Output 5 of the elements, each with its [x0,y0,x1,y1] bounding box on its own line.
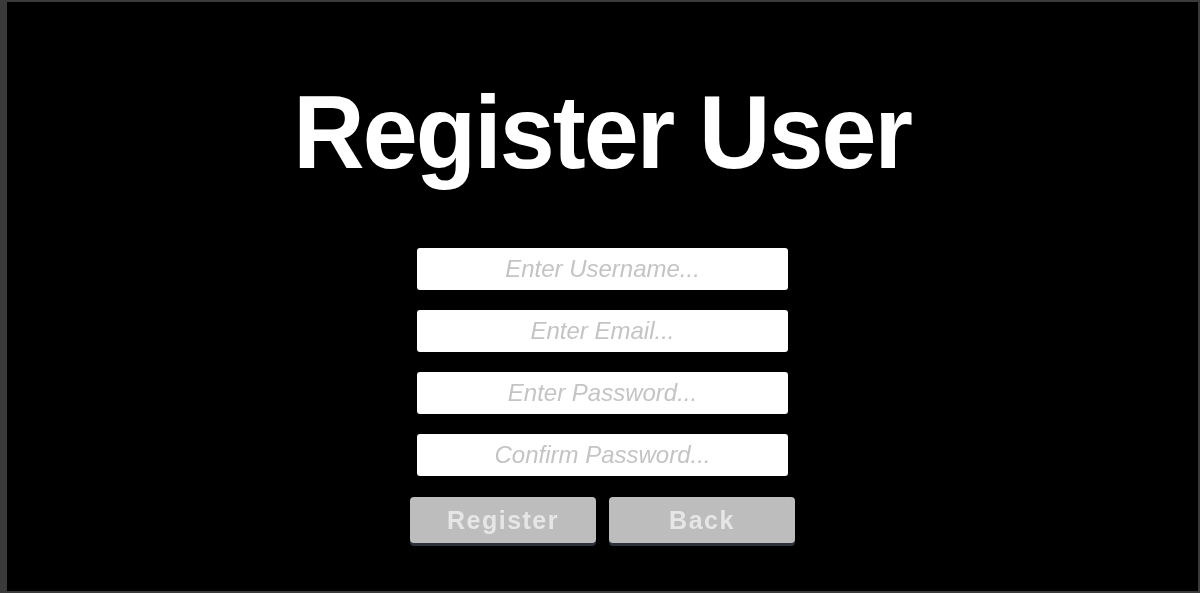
input-field[interactable]: Enter Username... [417,248,788,290]
input-field[interactable]: Enter Password... [417,372,788,414]
input-field[interactable]: Confirm Password... [417,434,788,476]
input-field[interactable]: Enter Email... [417,310,788,352]
page-title: Register User [293,73,912,192]
